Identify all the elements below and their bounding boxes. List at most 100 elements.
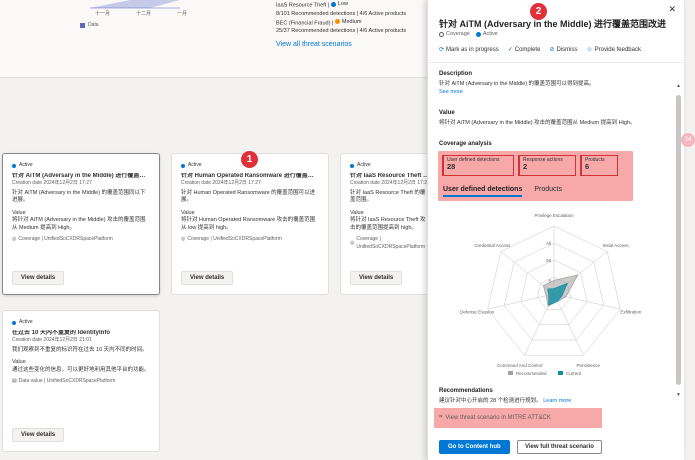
view-details-button[interactable]: View details — [12, 428, 65, 442]
dismiss-button[interactable]: ⊘ Dismiss — [549, 46, 577, 54]
callout-marker-2: 2 — [530, 3, 547, 20]
coverage-tag: Coverage — [439, 31, 470, 37]
coverage-analysis-label: Coverage analysis — [439, 141, 492, 147]
divider — [428, 62, 685, 63]
recommendation-card[interactable]: Active 针对 AiTM (Adversary in the Middle)… — [2, 153, 160, 295]
threat-row[interactable]: BEC (Financial Fraud) | Medium — [276, 18, 406, 28]
recommendation-card[interactable]: Active 在过去 10 天内不重复的 IdentityInfo Creati… — [2, 310, 160, 452]
complete-button[interactable]: ✓ Complete — [507, 46, 541, 54]
status-label: Active — [19, 162, 33, 168]
card-value-label: Value — [350, 209, 364, 216]
status-badge: Active — [350, 162, 430, 170]
legend-swatch-recommended — [508, 371, 513, 375]
coverage-stat-response-actions: Response actions 2 — [518, 155, 576, 176]
view-full-threat-scenario-button[interactable]: View full threat scenario — [517, 440, 602, 454]
panel-title: 针对 AiTM (Adversary in the Middle) 进行覆盖范围… — [439, 19, 667, 29]
legend-label-current: Current — [566, 371, 582, 376]
card-title: 针对 AiTM (Adversary in the Middle) 进行覆盖范围… — [12, 172, 150, 179]
threat-row[interactable]: IaaS Resource Theft | Low — [276, 0, 406, 10]
severity-dot-icon — [334, 19, 340, 24]
mini-chart-axis: 十一月 十二月 一月 — [95, 10, 187, 17]
scroll-down-icon[interactable]: ▼ — [676, 392, 681, 398]
description-body: 针对 AiTM (Adversary in the Middle) 的覆盖范围可… — [439, 81, 595, 87]
radar-ring-label: All — [546, 241, 551, 246]
card-title: 针对 IaaS Resource Theft 进行... — [350, 172, 430, 179]
card-description: 针对 Human Operated Ransomware 的覆盖范围可以进展。 — [181, 189, 316, 204]
card-title: 在过去 10 天内不重复的 IdentityInfo — [12, 329, 111, 336]
status-dot-icon — [12, 163, 16, 168]
learn-more-link[interactable]: Learn more — [543, 398, 571, 404]
threat-row-detail: 25/37 Recommended detections | 4/6 Activ… — [276, 28, 407, 34]
threat-link-label: View threat scenario in MITRE ATT&CK — [445, 414, 551, 421]
shield-icon: ◎ — [12, 236, 17, 242]
radar-axis-label: Credential Access — [474, 243, 511, 248]
card-date: Creation date 2024年12月2日 17:27 — [12, 180, 92, 186]
legend-label-recommended: Recommended — [516, 371, 547, 376]
close-icon[interactable]: ✕ — [668, 4, 676, 15]
status-dot-icon — [350, 163, 354, 168]
tab-products[interactable]: Products — [534, 186, 562, 197]
mark-in-progress-button[interactable]: ⟳ Mark as in progress — [439, 46, 499, 54]
severity-label: Low — [337, 1, 348, 7]
side-notification-bubble[interactable]: 24 — [681, 133, 695, 147]
tab-user-defined-detections[interactable]: User defined detections — [443, 186, 523, 197]
go-to-content-hub-button[interactable]: Go to Content hub — [439, 440, 510, 454]
radar-axis-label: Exfiltration — [620, 310, 642, 315]
recommendations-label: Recommendations — [439, 388, 493, 394]
check-icon: ✓ — [507, 47, 513, 53]
status-badge: Active — [12, 319, 150, 327]
dismiss-icon: ⊘ — [549, 47, 555, 53]
card-value-text: 将针对 Human Operated Ransomware 攻击的覆盖范围从 l… — [181, 217, 316, 231]
axis-label: 一月 — [177, 11, 188, 17]
provide-feedback-button[interactable]: ☺ Provide feedback — [586, 47, 641, 53]
card-date: Creation date 2024年12月2日 17:27 — [181, 180, 261, 186]
callout-marker-1: 1 — [241, 151, 258, 168]
coverage-stat-detections: User defined detections 28 — [442, 155, 514, 176]
tag-label: Coverage — [446, 31, 470, 37]
card-footer-text: Data value | UnifiedSoCXDRSpacePlatform — [18, 378, 116, 384]
stat-value: 6 — [585, 161, 590, 171]
refresh-icon: ⟳ — [439, 47, 445, 53]
circle-outline-icon — [439, 31, 444, 37]
status-label: Active — [188, 162, 202, 168]
card-value-text: 将针对 AiTM (Adversary in the Middle) 攻击的覆盖… — [12, 217, 146, 231]
active-tag: Active — [475, 31, 498, 37]
threat-name: BEC (Financial Fraud) — [276, 20, 331, 26]
card-footer-text: Coverage | UnifiedSoCXDRSpacePlatform — [356, 236, 426, 250]
view-details-button[interactable]: View details — [350, 271, 403, 285]
legend-label: Data — [88, 22, 99, 28]
card-title: 针对 Human Operated Ransomware 进行覆盖范围... — [181, 172, 319, 179]
value-label: Value — [439, 110, 455, 116]
value-text: 将针对 AiTM (Adversary in the Middle) 攻击的覆盖… — [439, 120, 636, 126]
scroll-up-icon[interactable]: ▲ — [676, 83, 681, 89]
radar-axis-line — [487, 293, 555, 310]
card-date: Creation date 2024年12月2日 17:27 — [350, 180, 430, 186]
view-details-button[interactable]: View details — [12, 271, 65, 285]
card-description: 我们观察到不重复的标识符在过去 10 天内不同的时间。 — [12, 346, 148, 353]
threat-scenario-list: IaaS Resource Theft | Low 8/101 Recommen… — [276, 0, 406, 35]
recommendation-details-panel: ✕ 针对 AiTM (Adversary in the Middle) 进行覆盖… — [427, 0, 685, 460]
card-value-label: Value — [12, 359, 26, 365]
legend-swatch-current — [558, 371, 563, 375]
view-details-button[interactable]: View details — [181, 271, 234, 285]
severity-label: Medium — [341, 18, 362, 25]
radar-axis-label: Initial Access — [603, 243, 630, 248]
coverage-tabs: User defined detections Products — [443, 186, 562, 197]
severity-dot-icon — [330, 1, 336, 7]
recommendation-card[interactable]: Active 针对 IaaS Resource Theft 进行... Crea… — [340, 153, 440, 295]
recommendations-body: 建议针对中心开启的 28 个检测进行规划。 — [439, 398, 542, 404]
action-label: Provide feedback — [594, 46, 641, 53]
view-threat-scenario-link[interactable]: ⌗ View threat scenario in MITRE ATT&CK — [439, 414, 551, 421]
severity: Low — [330, 0, 348, 8]
panel-actions: ⟳ Mark as in progress ✓ Complete ⊘ Dismiss … — [439, 46, 641, 54]
status-dot-icon — [475, 31, 481, 37]
card-value-text: 通过这些变化的信息，可以更好地利用其他平台的功能。 — [12, 366, 150, 373]
card-footer: ▤ Data value | UnifiedSoCXDRSpacePlatform — [12, 378, 150, 386]
view-all-threat-scenarios-link[interactable]: View all threat scenarios — [276, 41, 352, 48]
radar-axis-label: Defense Evasion — [460, 310, 495, 315]
shield-icon: ◎ — [181, 236, 186, 242]
card-footer: ◎ Coverage | UnifiedSoCXDRSpacePlatform — [350, 236, 430, 251]
see-more-link[interactable]: See more — [439, 89, 463, 95]
recommendation-card[interactable]: Active 针对 Human Operated Ransomware 进行覆盖… — [171, 153, 329, 295]
threat-name: IaaS Resource Theft — [276, 2, 327, 9]
